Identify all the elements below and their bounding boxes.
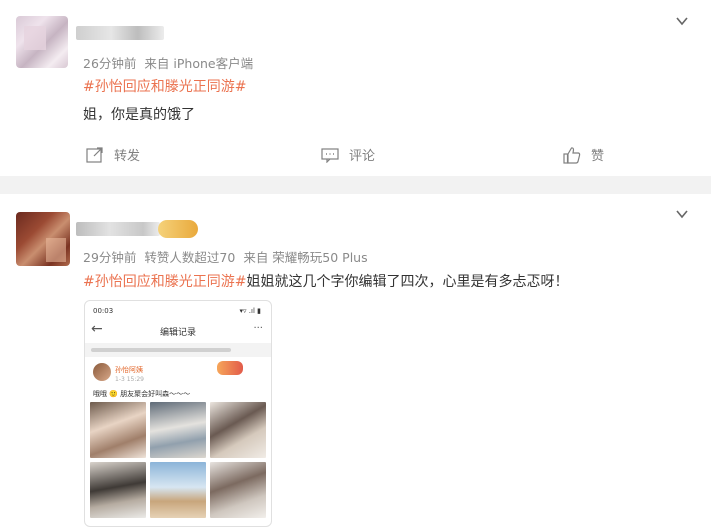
- post-meta: 26分钟前 来自 iPhone客户端: [83, 53, 253, 72]
- like-label: 赞: [591, 149, 605, 164]
- post-likes-count: 转赞人数超过70: [144, 250, 236, 265]
- avatar[interactable]: [16, 212, 70, 266]
- post-meta: 29分钟前 转赞人数超过70 来自 荣耀畅玩50 Plus: [83, 247, 368, 266]
- comment-button[interactable]: 评论: [321, 145, 375, 164]
- phone-page-title: 编辑记录: [159, 328, 196, 338]
- weibo-post-1: 26分钟前 来自 iPhone客户端 #孙怡回应和滕光正同游# 姐，你是真的饿了 …: [0, 0, 711, 176]
- post-source[interactable]: 来自 荣耀畅玩50 Plus: [243, 250, 367, 265]
- phone-status-time: 00:03: [93, 307, 114, 315]
- photo-thumbnail: [210, 462, 266, 518]
- chevron-down-icon[interactable]: [675, 14, 689, 28]
- feed-divider: [0, 176, 711, 194]
- photo-thumbnail: [90, 402, 146, 458]
- avatar[interactable]: [16, 16, 68, 68]
- chevron-down-icon[interactable]: [675, 207, 689, 221]
- fan-badge-icon: [158, 220, 198, 238]
- repost-label: 转发: [114, 149, 141, 164]
- repost-icon: [86, 146, 103, 163]
- post-source[interactable]: 来自 iPhone客户端: [144, 56, 253, 71]
- sticker-icon: [217, 361, 243, 375]
- phone-avatar: [93, 363, 111, 381]
- repost-button[interactable]: 转发: [86, 145, 140, 164]
- photo-thumbnail: [90, 462, 146, 518]
- photo-thumbnail: [210, 402, 266, 458]
- username-blurred[interactable]: [76, 26, 164, 40]
- thumbs-up-icon: [563, 146, 581, 164]
- post-time: 29分钟前: [83, 250, 137, 265]
- post-text-line: #孙怡回应和滕光正同游#姐姐就这几个字你编辑了四次，心里是有多忐忑呀！: [83, 271, 568, 291]
- hashtag-link[interactable]: #孙怡回应和滕光正同游#: [83, 76, 246, 96]
- username-blurred[interactable]: [76, 222, 160, 236]
- hashtag-link[interactable]: #孙怡回应和滕光正同游#: [83, 274, 246, 290]
- phone-notice-bar: [85, 343, 271, 357]
- post-text: 姐姐就这几个字你编辑了四次，心里是有多忐忑呀！: [246, 274, 569, 290]
- post-text: 姐，你是真的饿了: [83, 107, 195, 123]
- attached-image[interactable]: 00:03 ▾▿ .ıl ▮ ← 编辑记录 ··· 孙怡阿姨 1-3 15:29…: [84, 300, 272, 527]
- phone-author: 孙怡阿姨: [115, 366, 143, 374]
- like-button[interactable]: 赞: [563, 145, 604, 164]
- photo-thumbnail: [150, 462, 206, 518]
- comment-label: 评论: [349, 149, 376, 164]
- phone-status-icons: ▾▿ .ıl ▮: [239, 307, 261, 315]
- more-icon: ···: [253, 323, 263, 334]
- phone-post-content: 哦哦 🙂 朋友聚会好叫森～～～: [93, 390, 191, 398]
- photo-thumbnail: [150, 402, 206, 458]
- comment-icon: [321, 147, 339, 163]
- phone-post-time: 1-3 15:29: [115, 376, 144, 383]
- photo-grid: [90, 402, 266, 518]
- post-time: 26分钟前: [83, 56, 137, 71]
